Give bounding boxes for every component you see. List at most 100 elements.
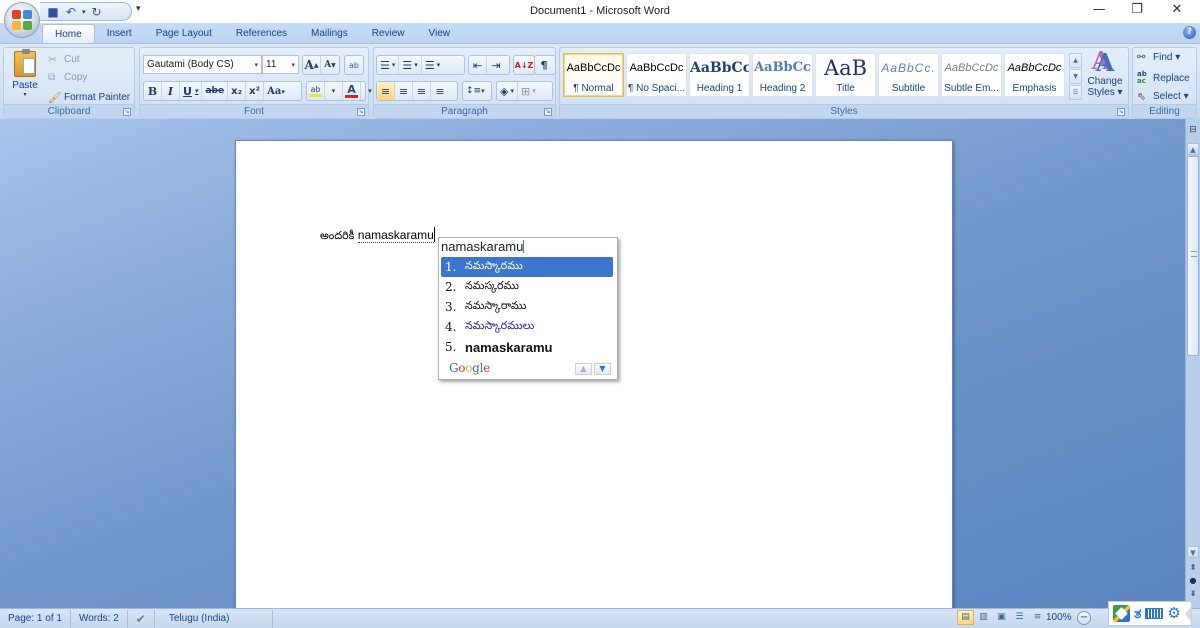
close-button[interactable]: ✕ (1162, 2, 1192, 17)
suggestion-item[interactable]: 3. నమస్కారాము (441, 297, 613, 317)
font-color-button[interactable]: A (343, 82, 361, 100)
align-left-button[interactable]: ≡ (377, 82, 395, 100)
gallery-more[interactable]: ☰ (1069, 85, 1082, 100)
document-text[interactable]: అందరికీ namaskaramu (320, 227, 435, 245)
show-formatting-marks-button[interactable]: ¶ (535, 56, 553, 74)
select-browse-object-icon[interactable]: ● (1186, 576, 1200, 585)
style-heading-2[interactable]: AaBbCc Heading 2 (752, 53, 813, 97)
style-subtitle[interactable]: AaBbCc. Subtitle (878, 53, 939, 97)
change-case-button[interactable]: Aa ▾ (264, 82, 288, 100)
grow-font-button[interactable]: A ▲ (303, 56, 321, 74)
document-page[interactable]: అందరికీ namaskaramu (235, 140, 953, 620)
zoom-out-button[interactable]: − (1077, 611, 1091, 625)
suggestion-item[interactable]: 2. నమస్కరము (441, 277, 613, 297)
copy-button[interactable]: ⧉ Copy (48, 72, 87, 83)
scroll-up-button[interactable]: ▲ (1187, 143, 1199, 155)
line-spacing-button[interactable]: ↕≡ ▾ (463, 82, 488, 100)
style-heading-1[interactable]: AaBbCc Heading 1 (689, 53, 750, 97)
scroll-down-button[interactable]: ▼ (1187, 546, 1199, 558)
style-normal[interactable]: AaBbCcDc ¶ Normal (563, 53, 624, 97)
bold-button[interactable]: B (144, 82, 162, 100)
google-input-tools-icon[interactable] (1113, 605, 1130, 622)
italic-button[interactable]: I (162, 82, 180, 100)
cut-button[interactable]: ✂ Cut (48, 53, 80, 66)
ruler-toggle-icon[interactable]: ⊟ (1186, 125, 1200, 141)
suggestion-item[interactable]: 1. నమస్కారము (441, 257, 613, 277)
paste-button[interactable]: Paste ▾ (10, 49, 40, 98)
minimize-button[interactable]: — (1084, 2, 1114, 17)
scroll-thumb[interactable] (1187, 156, 1199, 356)
bullets-button[interactable]: ☰ ▾ (377, 56, 400, 74)
previous-page-button[interactable]: ▲ (575, 363, 592, 375)
full-screen-reading-icon[interactable]: ▥ (975, 610, 992, 625)
previous-page-icon[interactable]: ⇞ (1186, 563, 1200, 572)
print-layout-icon[interactable]: ▤ (957, 610, 974, 625)
language-indicator[interactable]: Telugu (India) (155, 609, 273, 628)
replace-button[interactable]: ab ac Replace (1137, 71, 1190, 85)
tab-insert[interactable]: Insert (95, 24, 144, 43)
proofing-icon[interactable]: ✔ (128, 609, 155, 628)
next-page-button[interactable]: ▼ (594, 363, 611, 375)
align-right-button[interactable]: ≡ (413, 82, 431, 100)
restore-button[interactable]: ❐ (1122, 2, 1152, 17)
ime-input-field[interactable]: namaskaramu (439, 238, 617, 257)
style-emphasis[interactable]: AaBbCcDc Emphasis (1004, 53, 1065, 97)
vertical-scrollbar[interactable]: ⊟ ▲ ▼ ⇞ ● ⇟ (1185, 119, 1200, 608)
collapse-arrow-icon[interactable] (1184, 605, 1191, 622)
superscript-button[interactable]: x² (246, 82, 265, 100)
office-button[interactable] (4, 2, 40, 38)
clipboard-dialog-launcher[interactable]: ↘ (123, 108, 131, 116)
word-count[interactable]: Words: 2 (71, 609, 128, 628)
next-page-icon[interactable]: ⇟ (1186, 589, 1200, 598)
zoom-level[interactable]: 100% (1046, 612, 1072, 623)
increase-indent-button[interactable]: ⇥ (487, 56, 505, 74)
redo-icon[interactable]: ↻ (90, 5, 104, 19)
outline-icon[interactable]: ☰ (1011, 610, 1028, 625)
strikethrough-button[interactable]: abe (202, 82, 229, 100)
telugu-script-icon[interactable]: ತ (1134, 606, 1141, 622)
highlight-button[interactable]: ab (307, 82, 325, 100)
gear-icon[interactable]: ⚙ (1167, 606, 1180, 621)
subscript-button[interactable]: x₂ (228, 82, 247, 100)
undo-icon[interactable]: ↶ (64, 5, 78, 19)
tab-mailings[interactable]: Mailings (299, 24, 360, 43)
tab-review[interactable]: Review (360, 24, 417, 43)
sort-button[interactable]: A↓Z (514, 56, 534, 74)
style-title[interactable]: AaB Title (815, 53, 876, 97)
font-dialog-launcher[interactable]: ↘ (357, 108, 365, 116)
keyboard-icon[interactable] (1145, 608, 1164, 619)
style-subtle-emphasis[interactable]: AaBbCcDc Subtle Em... (941, 53, 1002, 97)
web-layout-icon[interactable]: ▣ (993, 610, 1010, 625)
paragraph-dialog-launcher[interactable]: ↘ (544, 108, 552, 116)
numbering-button[interactable]: ☰ ▾ (399, 56, 422, 74)
tab-home[interactable]: Home (42, 24, 95, 43)
select-button[interactable]: ⇖ Select ▾ (1137, 90, 1189, 103)
highlight-dropdown[interactable]: ▾ (325, 82, 343, 100)
borders-button[interactable]: ⊞ ▾ (518, 82, 539, 100)
find-button[interactable]: ⚯ Find ▾ (1137, 52, 1180, 63)
format-painter-button[interactable]: 🖌 Format Painter (48, 91, 130, 104)
gallery-scroll-down[interactable]: ▼ (1069, 69, 1082, 84)
gallery-scroll-up[interactable]: ▲ (1069, 53, 1082, 68)
decrease-indent-button[interactable]: ⇤ (469, 56, 487, 74)
font-name-combo[interactable]: Gautami (Body CS) ▾ (143, 55, 262, 74)
multilevel-list-button[interactable]: ☰ ▾ (422, 56, 443, 74)
shrink-font-button[interactable]: A ▼ (321, 56, 339, 74)
tab-page-layout[interactable]: Page Layout (144, 24, 224, 43)
tab-view[interactable]: View (417, 24, 463, 43)
underline-button[interactable]: U ▾ (180, 82, 203, 100)
page-count[interactable]: Page: 1 of 1 (0, 609, 71, 628)
undo-dropdown-icon[interactable]: ▾ (82, 8, 86, 16)
clear-formatting-button[interactable]: ab (345, 56, 363, 74)
suggestion-item[interactable]: 4. నమస్కారములు (441, 317, 613, 337)
customize-qat-icon[interactable]: ▾ (136, 4, 141, 14)
style-no-spacing[interactable]: AaBbCcDc ¶ No Spaci... (626, 53, 687, 97)
shading-button[interactable]: ◈ ▾ (497, 82, 518, 100)
styles-dialog-launcher[interactable]: ↘ (1117, 108, 1125, 116)
tab-references[interactable]: References (224, 24, 299, 43)
save-icon[interactable]: ■ (46, 5, 60, 19)
justify-button[interactable]: ≡ (431, 82, 449, 100)
font-size-combo[interactable]: 11 ▾ (262, 55, 299, 74)
center-button[interactable]: ≡ (395, 82, 413, 100)
change-styles-button[interactable]: A Change Styles ▾ (1086, 50, 1124, 99)
